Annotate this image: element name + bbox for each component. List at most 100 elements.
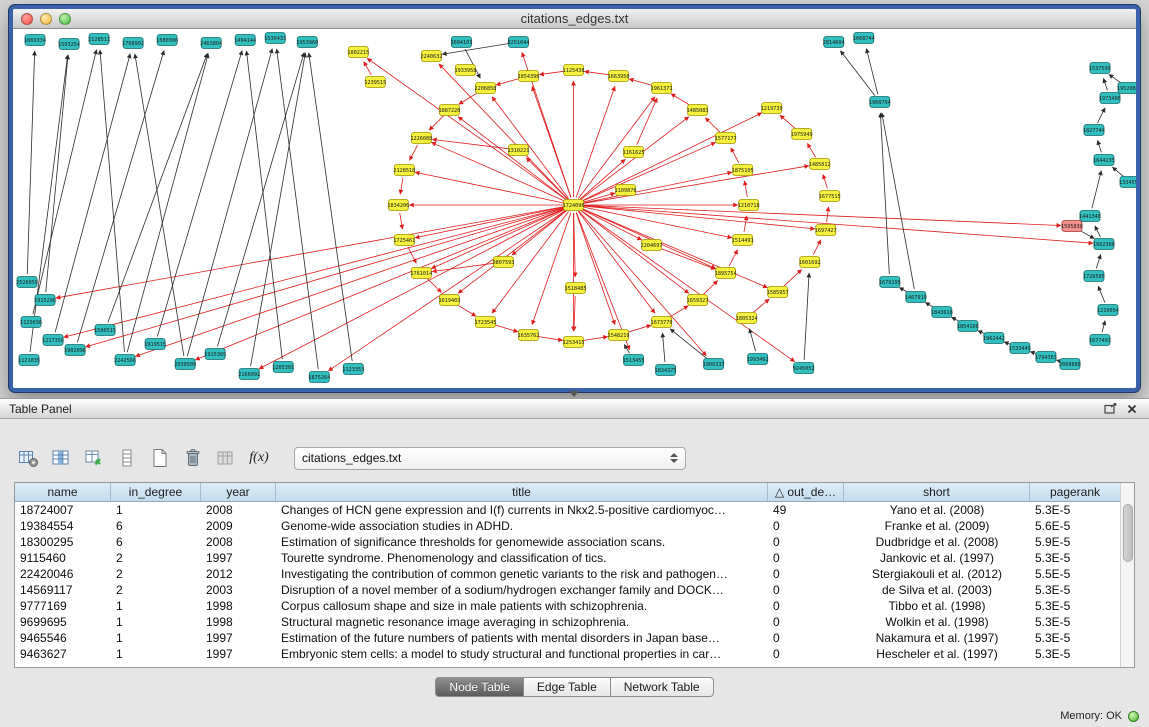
graph-node[interactable]: 2128518	[393, 165, 415, 176]
graph-node[interactable]: 1210718	[738, 200, 760, 211]
column-header-title[interactable]: title	[276, 483, 768, 501]
graph-node[interactable]: 1906337	[703, 359, 725, 370]
graph-node[interactable]: 1580306	[156, 35, 178, 46]
graph-node[interactable]: 1239515	[364, 77, 386, 88]
column-header-name[interactable]: name	[15, 483, 111, 501]
graph-node[interactable]: 1601692	[799, 257, 821, 268]
graph-node[interactable]: 1697427	[815, 225, 837, 236]
graph-node[interactable]: 1585957	[767, 287, 789, 298]
graph-node[interactable]: 1663950	[608, 71, 630, 82]
table-row[interactable]: 1830029562008Estimation of significance …	[15, 534, 1121, 550]
graph-node[interactable]: 1595838	[1061, 221, 1083, 232]
graph-node[interactable]: 1723545	[474, 317, 496, 328]
graph-node[interactable]: 1952089	[1117, 83, 1136, 94]
graph-node[interactable]: 1708902	[122, 38, 144, 49]
zoom-window-button[interactable]	[59, 13, 71, 25]
graph-node[interactable]: 1827744	[1083, 125, 1105, 136]
graph-node[interactable]: 1875105	[732, 165, 754, 176]
graph-node[interactable]: 1902096	[64, 345, 86, 356]
graph-node[interactable]: 1726585	[1083, 271, 1105, 282]
graph-node[interactable]: 1993462	[747, 354, 769, 365]
graph-node[interactable]: 1485083	[687, 105, 709, 116]
minimize-window-button[interactable]	[40, 13, 52, 25]
tab-network-table[interactable]: Network Table	[611, 677, 714, 697]
graph-node[interactable]: 1503254	[58, 39, 80, 50]
graph-node[interactable]: 1679195	[879, 277, 901, 288]
graph-node[interactable]: 1129036	[20, 317, 42, 328]
graph-node[interactable]: 1513455	[623, 355, 645, 366]
row-height-icon[interactable]	[115, 446, 139, 470]
tab-edge-table[interactable]: Edge Table	[524, 677, 611, 697]
graph-node[interactable]: 1794363	[1035, 352, 1057, 363]
table-row[interactable]: 969969511998Structural magnetic resonanc…	[15, 614, 1121, 630]
graph-node[interactable]: 9807593	[492, 257, 514, 268]
graph-node[interactable]: 2206858	[474, 83, 496, 94]
graph-node[interactable]: 2204697	[641, 240, 663, 251]
graph-node[interactable]: 1761014	[410, 268, 432, 279]
graph-node[interactable]: 1494144	[234, 35, 256, 46]
graph-node[interactable]: 1673770	[651, 317, 673, 328]
graph-node[interactable]: 2166092	[238, 369, 260, 380]
graph-node[interactable]: 1968794	[869, 97, 891, 108]
graph-node[interactable]: 1834375	[655, 365, 677, 376]
graph-node[interactable]: 1953960	[296, 37, 318, 48]
graph-node[interactable]: 1973486	[1099, 93, 1121, 104]
import-table-icon[interactable]	[214, 446, 238, 470]
column-header-short[interactable]: short	[844, 483, 1030, 501]
new-table-icon[interactable]	[148, 446, 172, 470]
graph-node[interactable]: 1668744	[853, 33, 875, 44]
graph-node[interactable]: 1619403	[438, 295, 460, 306]
show-columns-icon[interactable]	[49, 446, 73, 470]
graph-node[interactable]: 2463804	[200, 38, 222, 49]
graph-node[interactable]: 9245052	[793, 363, 815, 374]
window-titlebar[interactable]: citations_edges.txt	[13, 9, 1136, 29]
graph-node[interactable]: 8251044	[508, 37, 530, 48]
graph-node[interactable]: 2240632	[420, 51, 442, 62]
splitter-arrow-icon[interactable]	[569, 391, 579, 397]
tab-node-table[interactable]: Node Table	[435, 677, 524, 697]
graph-node[interactable]: 1514491	[732, 235, 754, 246]
table-row[interactable]: 911546021997Tourette syndrome. Phenomeno…	[15, 550, 1121, 566]
graph-node[interactable]: 1915365	[204, 349, 226, 360]
graph-node[interactable]: 1219739	[761, 103, 783, 114]
graph-node[interactable]: 1659327	[687, 295, 709, 306]
graph-node[interactable]: 1441348	[1079, 211, 1101, 222]
table-row[interactable]: 977716911998Corpus callosum shape and si…	[15, 598, 1121, 614]
graph-node[interactable]: 1644235	[1093, 155, 1115, 166]
table-row[interactable]: 2242004622012Investigating the contribut…	[15, 566, 1121, 582]
graph-node[interactable]: 1875264	[308, 372, 330, 383]
graph-node[interactable]: 1537599	[1089, 63, 1111, 74]
graph-node[interactable]: 1548219	[608, 330, 630, 341]
graph-node[interactable]: 1725461	[393, 235, 415, 246]
graph-node[interactable]: 1854396	[518, 71, 540, 82]
scrollbar-thumb[interactable]	[1123, 504, 1133, 562]
close-panel-icon[interactable]	[1124, 402, 1140, 416]
graph-node[interactable]: 1123353	[342, 364, 364, 375]
table-row[interactable]: 946554611997Estimation of the future num…	[15, 630, 1121, 646]
graph-node[interactable]: 1226088	[410, 133, 432, 144]
close-window-button[interactable]	[21, 13, 33, 25]
graph-node[interactable]: 2030509	[174, 359, 196, 370]
graph-node[interactable]: 1662386	[1093, 239, 1115, 250]
graph-node[interactable]: 1310221	[508, 145, 530, 156]
graph-node[interactable]: 1518485	[565, 283, 587, 294]
graph-node[interactable]: 1109876	[615, 185, 637, 196]
graph-node[interactable]: 1802215	[347, 47, 369, 58]
graph-node[interactable]: 1121035	[18, 355, 40, 366]
graph-node[interactable]: 1577177	[715, 133, 737, 144]
float-panel-icon[interactable]	[1102, 402, 1118, 416]
column-header-year[interactable]: year	[201, 483, 276, 501]
table-row[interactable]: 1872400712008Changes of HCN gene express…	[15, 502, 1121, 518]
graph-node[interactable]: 1161625	[623, 147, 645, 158]
graph-node[interactable]: 2526059	[16, 277, 38, 288]
graph-node[interactable]: 1887220	[438, 105, 460, 116]
graph-node[interactable]: 1975949	[791, 129, 813, 140]
column-header-out_degree[interactable]: △ out_de…	[768, 483, 844, 501]
graph-node[interactable]: 1485012	[809, 159, 831, 170]
table-selector[interactable]: citations_edges.txt	[294, 447, 686, 470]
function-builder-icon[interactable]: f(x)	[247, 446, 271, 470]
graph-node[interactable]: 1677515	[819, 191, 841, 202]
graph-node[interactable]: 1334556	[1119, 177, 1136, 188]
graph-node[interactable]: 1933958	[454, 65, 476, 76]
graph-node[interactable]: 1217356	[42, 335, 64, 346]
